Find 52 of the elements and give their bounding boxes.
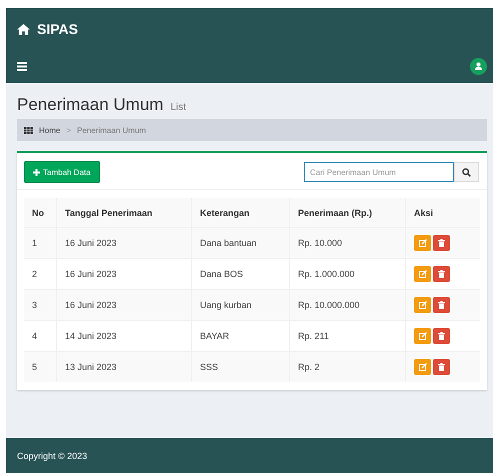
trash-icon bbox=[438, 239, 445, 247]
column-header: Penerimaan (Rp.) bbox=[290, 198, 406, 228]
table-cell: SSS bbox=[192, 352, 290, 382]
table-cell: 16 Juni 2023 bbox=[56, 228, 192, 258]
table-cell: 16 Juni 2023 bbox=[56, 290, 192, 320]
trash-icon bbox=[438, 270, 445, 278]
edit-icon bbox=[418, 301, 426, 309]
search-icon bbox=[462, 168, 471, 176]
edit-button[interactable] bbox=[414, 359, 431, 375]
breadcrumb-current: Penerimaan Umum bbox=[77, 126, 146, 134]
edit-button[interactable] bbox=[414, 235, 431, 251]
column-header: Aksi bbox=[406, 198, 480, 228]
grid-icon bbox=[24, 126, 33, 134]
table-cell: 5 bbox=[24, 352, 56, 382]
edit-icon bbox=[418, 332, 426, 340]
trash-icon bbox=[438, 363, 445, 371]
delete-button[interactable] bbox=[433, 266, 450, 282]
page-title: Penerimaan Umum bbox=[17, 95, 164, 115]
delete-button[interactable] bbox=[433, 235, 450, 251]
edit-button[interactable] bbox=[414, 297, 431, 313]
edit-button[interactable] bbox=[414, 266, 431, 282]
delete-button[interactable] bbox=[433, 328, 450, 344]
brand-name[interactable]: SIPAS bbox=[37, 21, 78, 37]
menu-icon[interactable] bbox=[17, 62, 27, 71]
table-cell: 1 bbox=[24, 228, 56, 258]
table-cell: Uang kurban bbox=[192, 290, 290, 320]
search-field[interactable]: Cari Penerimaan Umum bbox=[304, 162, 454, 182]
table-cell: 3 bbox=[24, 290, 56, 320]
table-cell: 13 Juni 2023 bbox=[56, 352, 192, 382]
search-button[interactable] bbox=[454, 162, 479, 182]
table-cell: Rp. 2 bbox=[290, 352, 406, 382]
breadcrumb-separator: > bbox=[66, 126, 72, 134]
page-subtitle: List bbox=[170, 102, 186, 113]
column-header: Tanggal Penerimaan bbox=[56, 198, 192, 228]
table-cell: Rp. 10.000 bbox=[290, 228, 406, 258]
delete-button[interactable] bbox=[433, 297, 450, 313]
edit-icon bbox=[418, 239, 426, 247]
plus-icon bbox=[33, 168, 40, 176]
table-cell: Rp. 10.000.000 bbox=[290, 290, 406, 320]
edit-icon bbox=[418, 270, 426, 278]
table-cell: Dana bantuan bbox=[192, 228, 290, 258]
home-icon[interactable] bbox=[17, 24, 30, 34]
user-avatar-icon[interactable] bbox=[470, 58, 487, 75]
copyright-text: Copyright © 2023 bbox=[17, 450, 88, 460]
trash-icon bbox=[438, 301, 445, 309]
column-header: Keterangan bbox=[192, 198, 290, 228]
edit-icon bbox=[418, 363, 426, 371]
breadcrumb-link[interactable]: Home bbox=[39, 126, 60, 134]
column-header: No bbox=[24, 198, 56, 228]
trash-icon bbox=[438, 332, 445, 340]
edit-button[interactable] bbox=[414, 328, 431, 344]
delete-button[interactable] bbox=[433, 359, 450, 375]
